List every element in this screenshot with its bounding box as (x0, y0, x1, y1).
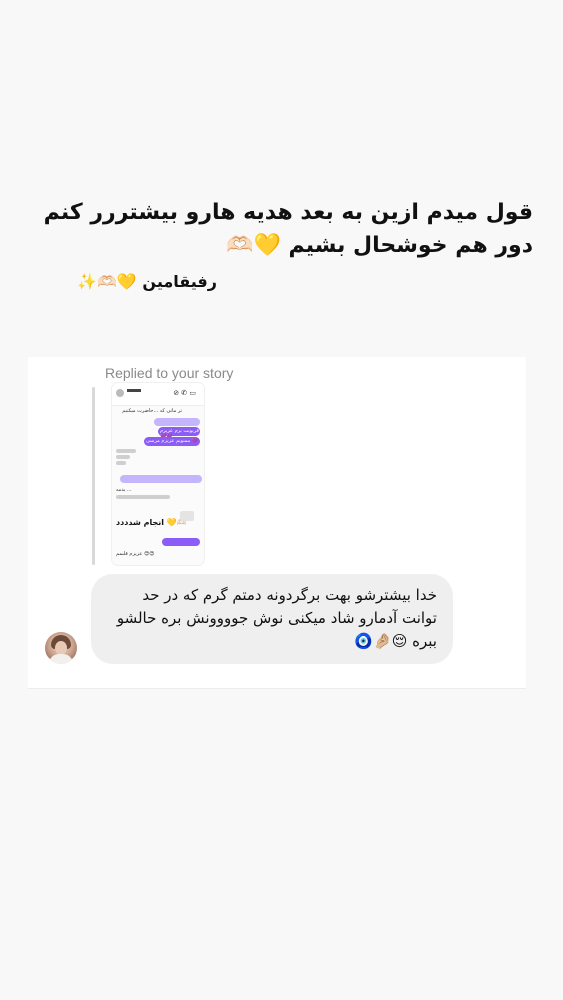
message-bubble[interactable]: خدا بیشترشو بهت برگردونه دمتم گرم که در … (91, 574, 453, 664)
message-text: خدا بیشترشو بهت برگردونه دمتم گرم که در … (116, 586, 437, 650)
divider (28, 688, 526, 689)
thumbnail-sticker (180, 511, 194, 521)
sender-avatar[interactable] (45, 632, 77, 664)
thumbnail-text-line (116, 495, 170, 499)
thumbnail-avatar (116, 389, 124, 397)
thumbnail-top-text: تر ماتی که ...حاضرت میکنیم (122, 408, 182, 414)
thumbnail-grey-text: بدمه ... (116, 487, 132, 493)
thumbnail-text-line (116, 461, 126, 465)
thumbnail-header: ⊘ ✆ ▭ (112, 383, 204, 406)
thumbnail-bubble (154, 418, 200, 426)
reply-card: Replied to your story ⊘ ✆ ▭ تر ماتی که .… (28, 357, 526, 689)
thumbnail-bottom-text: عزیزم قلبمم 😍😍 (116, 551, 155, 557)
thumbnail-bubble (120, 475, 202, 483)
thumbnail-bold-text: انجام شدددد 💛🫶🏻 (116, 518, 187, 527)
thumbnail-call-icons: ⊘ ✆ ▭ (173, 389, 196, 397)
thumbnail-text-line (116, 455, 130, 459)
thumbnail-name-line (127, 389, 141, 392)
story-caption-text: قول میدم ازین به بعد هدیه هارو بیشتررر ک… (43, 200, 533, 258)
replied-label: Replied to your story (105, 365, 234, 381)
story-caption-sub-text: رفیقامین 💛🫶🏻✨ (77, 272, 217, 291)
thumbnail-text-line (116, 449, 136, 453)
reply-quote-bar (92, 387, 95, 565)
thumbnail-bubble (162, 538, 200, 546)
story-caption: قول میدم ازین به بعد هدیه هارو بیشتررر ک… (20, 196, 533, 262)
story-thumbnail[interactable]: ⊘ ✆ ▭ تر ماتی که ...حاضرت میکنیم قربونت … (112, 383, 204, 565)
story-caption-sub: رفیقامین 💛🫶🏻✨ (77, 272, 217, 291)
thumbnail-bubble-text: ممنونم عزیزم مرسی 💜 (146, 438, 199, 444)
